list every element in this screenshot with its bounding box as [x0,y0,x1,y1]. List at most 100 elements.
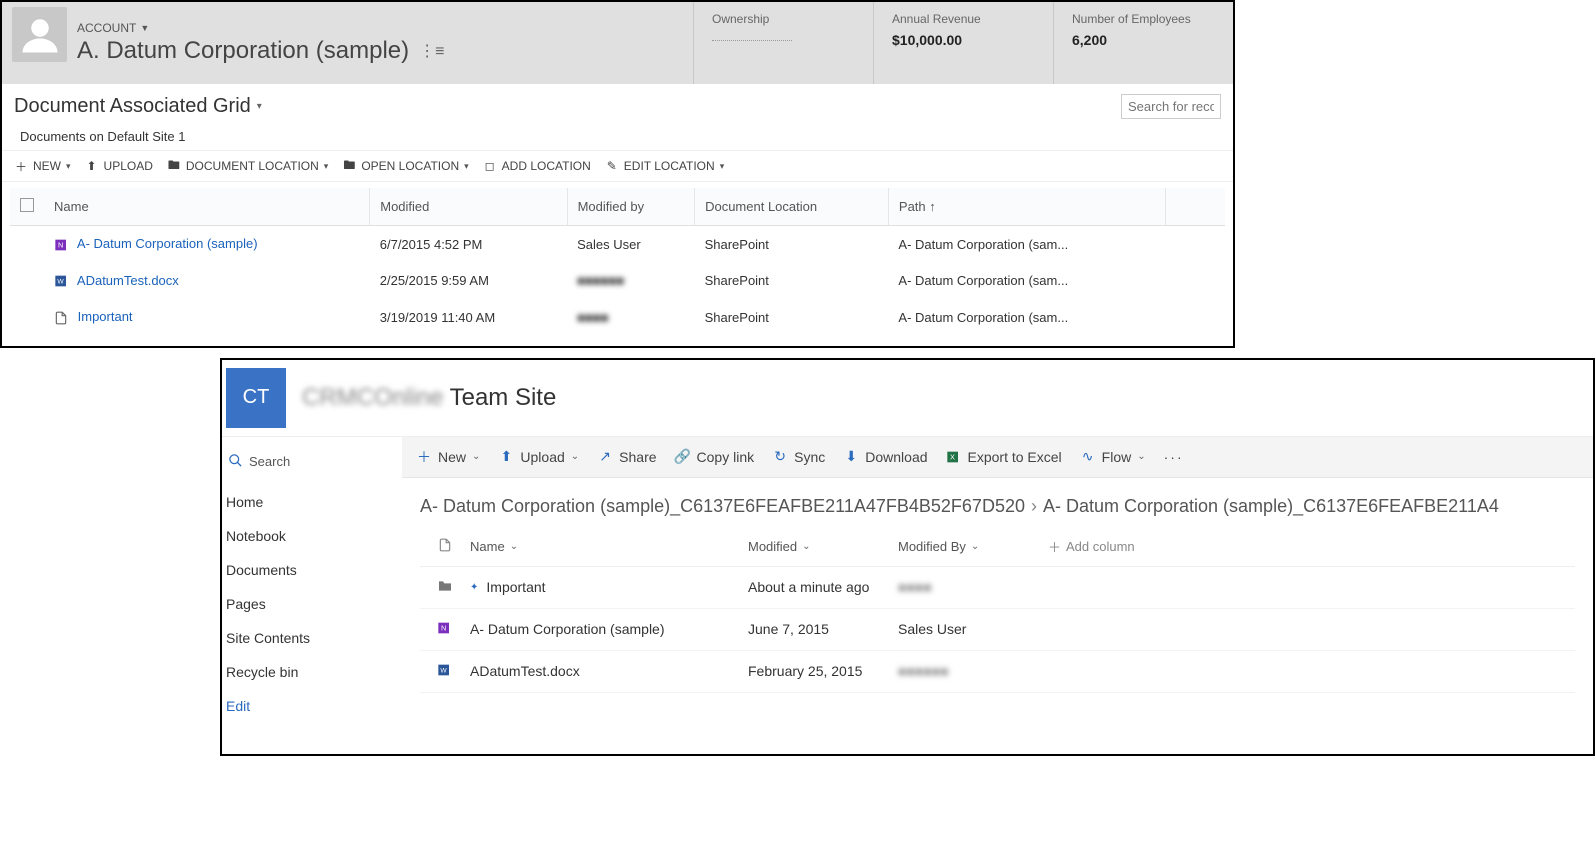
cmd-sync[interactable]: ↻Sync [772,449,825,465]
chevron-down-icon: ⌄ [472,451,480,462]
svg-text:N: N [441,623,446,632]
sp-main: ＋New ⌄ ⬆Upload ⌄ ↗Share 🔗Copy link ↻Sync ⬇Dow… [402,437,1593,754]
cmd-more[interactable]: ··· [1164,449,1184,465]
metric-empty [712,40,792,41]
crm-panel: ACCOUNT ▼ A. Datum Corporation (sample) … [0,0,1235,348]
entity-name-text: A. Datum Corporation (sample) [77,37,409,65]
file-link[interactable]: A- Datum Corporation (sample) [77,236,258,251]
toolbar-open-location[interactable]: 🖿OPEN LOCATION ▾ [342,159,468,173]
cmd-new[interactable]: ＋New ⌄ [416,449,480,465]
nav-site-contents[interactable]: Site Contents [222,621,402,655]
add-column[interactable]: ＋Add column [1048,537,1135,556]
chevron-down-icon: ▾ [257,101,262,112]
file-name[interactable]: ADatumTest.docx [470,663,748,679]
cmd-download[interactable]: ⬇Download [843,449,927,465]
cmd-upload[interactable]: ⬆Upload ⌄ [498,449,579,465]
col-documentlocation[interactable]: Document Location [695,188,889,226]
download-icon: ⬇ [843,449,859,465]
cell-modified: 2/25/2015 9:59 AM [370,263,567,300]
cell-location: SharePoint [695,226,889,263]
toolbar-icon: ◻ [483,159,497,173]
site-logo: CT [226,368,286,428]
col-path[interactable]: Path ↑ [888,188,1165,226]
toolbar-add-location[interactable]: ◻ADD LOCATION [483,159,591,173]
toolbar-document-location[interactable]: 🖿DOCUMENT LOCATION ▾ [167,159,328,173]
file-row[interactable]: ✦ImportantAbout a minute ago■■■■ [420,567,1575,609]
svg-text:W: W [57,279,64,286]
list-icon[interactable]: ⋮≡ [419,41,444,61]
grid-title-row: Document Associated Grid ▾ [2,84,1233,123]
grid-title-text: Document Associated Grid [14,95,251,118]
chevron-down-icon: ⌄ [802,541,810,552]
svg-text:X: X [950,452,955,461]
nav-pages[interactable]: Pages [222,587,402,621]
entity-type-label[interactable]: ACCOUNT ▼ [77,21,547,37]
breadcrumb-item[interactable]: A- Datum Corporation (sample)_C6137E6FEA… [1043,496,1499,516]
breadcrumb-item[interactable]: A- Datum Corporation (sample)_C6137E6FEA… [420,496,1025,516]
chevron-right-icon: › [1031,496,1037,516]
flow-icon: ∿ [1080,449,1096,465]
table-row[interactable]: W ADatumTest.docx 2/25/2015 9:59 AM■■■■■■… [10,263,1225,300]
documents-subtitle: Documents on Default Site 1 [2,123,1233,151]
documents-grid: NameModifiedModified byDocument Location… [10,188,1225,336]
caret-down-icon: ▾ [66,161,71,172]
sharepoint-panel: CT CRMCOnline Team Site Search HomeNoteb… [220,358,1595,756]
nav-documents[interactable]: Documents [222,553,402,587]
col-name[interactable]: Name [44,188,370,226]
caret-down-icon: ▾ [464,161,469,172]
metrics: OwnershipAnnual Revenue$10,000.00Number … [693,2,1233,84]
toolbar-new[interactable]: ＋NEW ▾ [14,159,71,173]
col-modified[interactable]: Modified [370,188,567,226]
file-by: ■■■■■■ [898,663,1048,679]
nav-recycle-bin[interactable]: Recycle bin [222,655,402,689]
cmd-copy-link[interactable]: 🔗Copy link [675,449,755,465]
sp-search[interactable]: Search [222,439,402,485]
new-indicator: ✦ [470,582,478,593]
search-input[interactable] [1121,94,1221,119]
col-name[interactable]: Name⌄ [470,539,748,554]
generic-icon [54,310,70,326]
file-name[interactable]: A- Datum Corporation (sample) [470,621,748,637]
metric-label: Number of Employees [1072,12,1215,26]
cmd-flow[interactable]: ∿Flow ⌄ [1080,449,1146,465]
metric: Number of Employees6,200 [1053,2,1233,84]
cmd-export-to-excel[interactable]: XExport to Excel [946,449,1062,465]
nav-notebook[interactable]: Notebook [222,519,402,553]
metric: Annual Revenue$10,000.00 [873,2,1053,84]
sp-body: Search HomeNotebookDocumentsPagesSite Co… [222,436,1593,754]
file-row[interactable]: NA- Datum Corporation (sample)June 7, 20… [420,609,1575,651]
file-by: Sales User [898,621,1048,637]
file-name[interactable]: ✦Important [470,579,748,595]
chevron-down-icon: ⌄ [971,541,979,552]
chevron-down-icon: ⌄ [1137,451,1145,462]
table-row[interactable]: N A- Datum Corporation (sample)6/7/2015 … [10,226,1225,263]
select-all-checkbox[interactable] [20,198,34,212]
cell-location: SharePoint [695,299,889,336]
toolbar-edit-location[interactable]: ✎EDIT LOCATION ▾ [605,159,724,173]
cell-by: ■■■■■■ [567,263,694,300]
file-row[interactable]: WADatumTest.docxFebruary 25, 2015■■■■■■ [420,651,1575,693]
sp-files: Name⌄ Modified⌄ Modified By⌄ ＋Add column… [402,527,1593,693]
cmd-share[interactable]: ↗Share [597,449,656,465]
file-link[interactable]: Important [78,309,133,324]
table-row[interactable]: Important3/19/2019 11:40 AM■■■■SharePoin… [10,299,1225,336]
file-link[interactable]: ADatumTest.docx [77,273,179,288]
metric-label: Ownership [712,12,855,26]
col-modified[interactable]: Modified⌄ [748,539,898,554]
search-icon [228,453,243,471]
col-modified-by[interactable]: Modified By⌄ [898,539,1048,554]
chevron-down-icon: ⌄ [510,541,518,552]
toolbar-upload[interactable]: ⬆UPLOAD [85,159,153,173]
nav-edit[interactable]: Edit [222,689,402,723]
toolbar-icon: 🖿 [167,159,181,173]
col-modifiedby[interactable]: Modified by [567,188,694,226]
sync-icon: ↻ [772,449,788,465]
grid-title[interactable]: Document Associated Grid ▾ [14,95,262,118]
nav-home[interactable]: Home [222,485,402,519]
breadcrumb: A- Datum Corporation (sample)_C6137E6FEA… [402,478,1593,527]
excel-icon: X [946,449,962,465]
file-by: ■■■■ [898,579,1048,595]
svg-text:N: N [58,240,63,249]
toolbar-icon: 🖿 [342,159,356,173]
plus-icon: ＋ [1048,537,1061,556]
